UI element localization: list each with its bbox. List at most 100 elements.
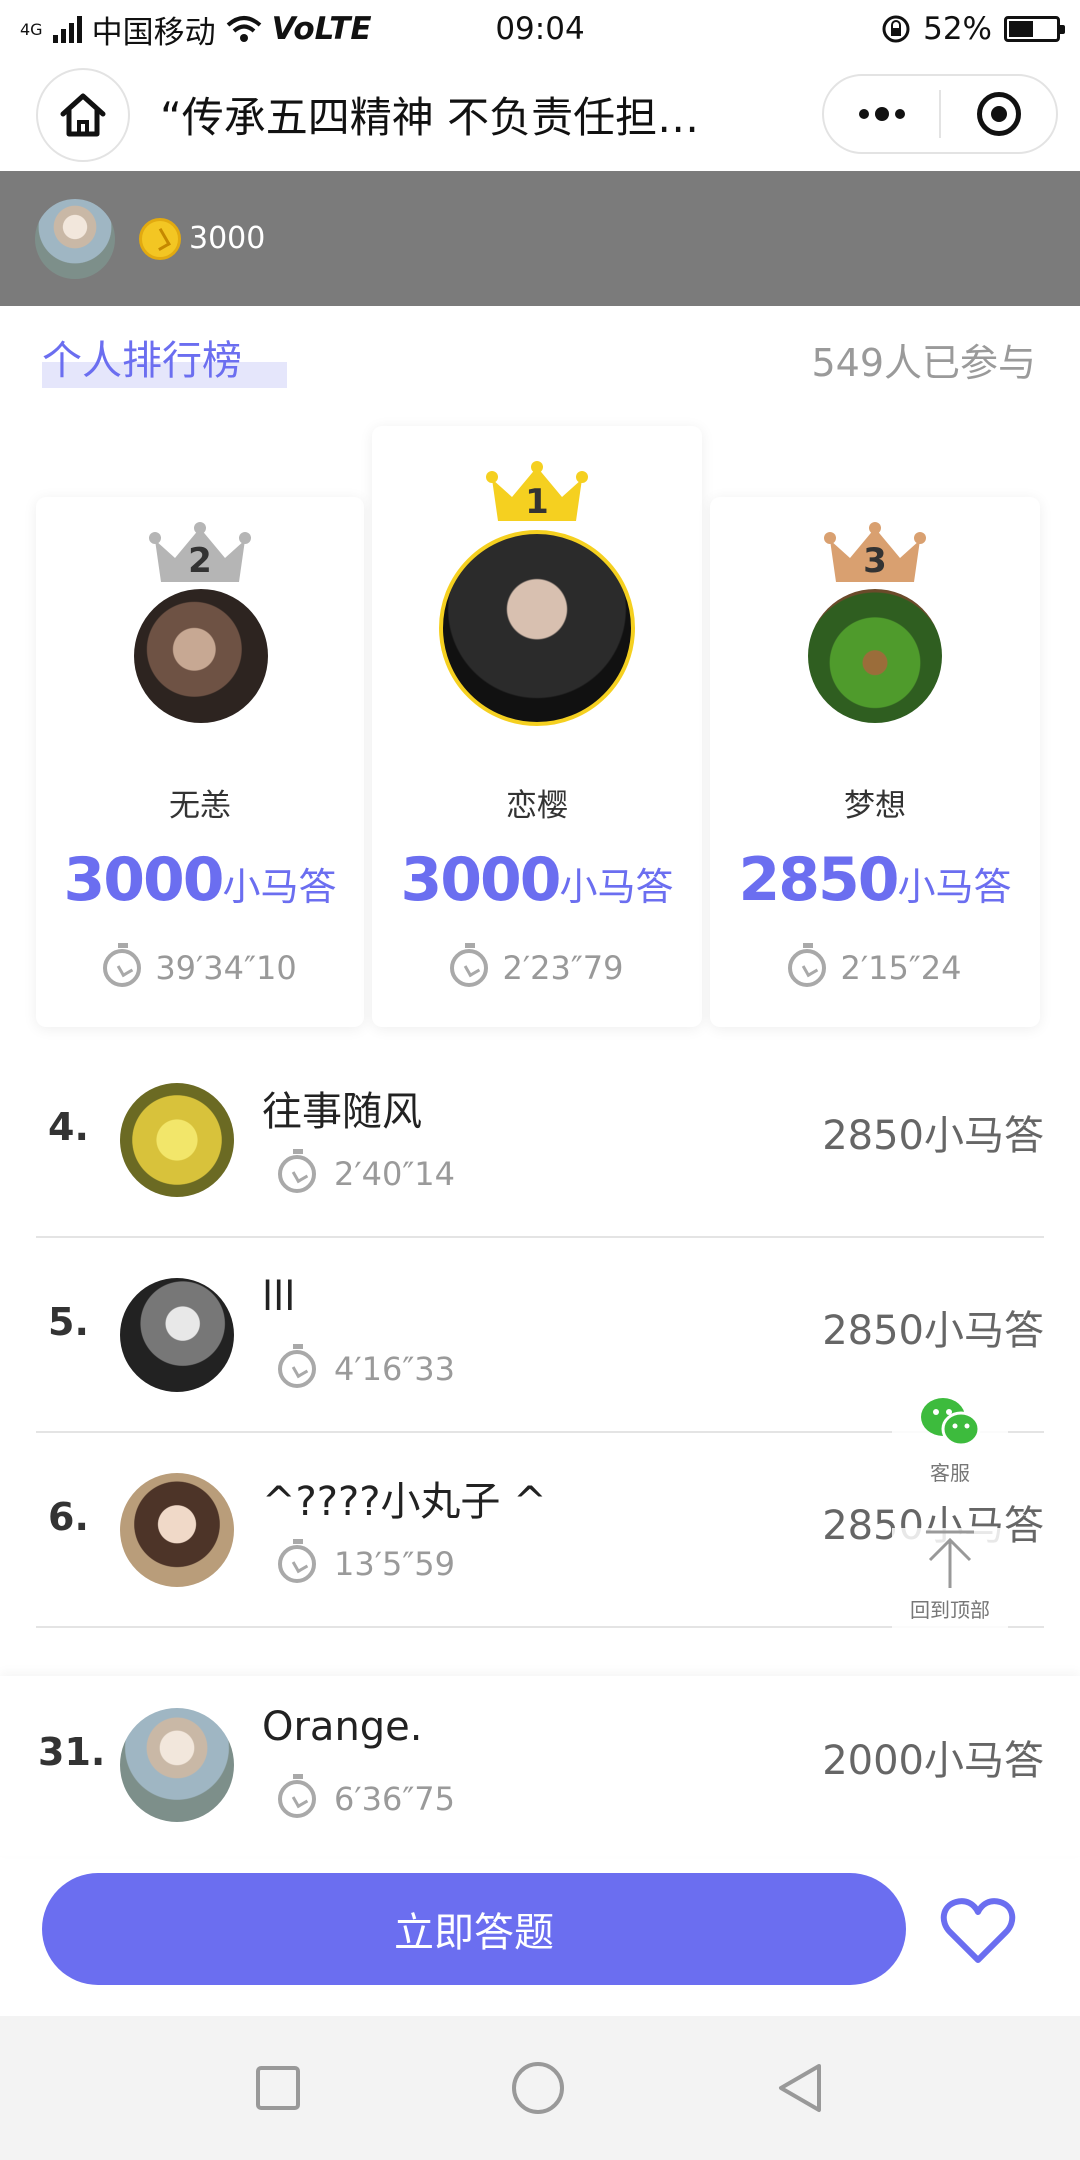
more-icon	[858, 107, 905, 121]
podium-card-first[interactable]: 1 恋樱 3000小马答 2′23″79	[372, 426, 702, 1027]
status-bar: 4G 中国移动 VoLTE 09:04 52%	[0, 0, 1080, 58]
home-icon	[60, 93, 106, 136]
my-score: 2000小马答	[822, 1738, 1044, 1784]
list-avatar	[120, 1473, 234, 1587]
list-name: 往事随风	[262, 1089, 422, 1135]
battery-fill	[1009, 21, 1033, 37]
podium-rank-number: 1	[525, 482, 549, 522]
podium-time: 2′23″79	[372, 943, 702, 987]
signal-icon	[52, 15, 82, 43]
list-time: 2′40″14	[278, 1149, 456, 1193]
podium-name: 恋樱	[506, 788, 568, 824]
capsule-menu	[822, 74, 1058, 154]
podium-score: 3000小马答	[372, 845, 702, 915]
volte-label: VoLTE	[271, 11, 372, 47]
battery-percent: 52%	[923, 11, 992, 47]
podium-score: 2850小马答	[710, 845, 1040, 915]
podium-card-third[interactable]: 3 梦想 2850小马答 2′15″24	[710, 497, 1040, 1027]
podium-score-unit: 小马答	[897, 865, 1012, 909]
status-left: 4G 中国移动 VoLTE	[20, 7, 372, 52]
system-navigation-bar	[0, 2016, 1080, 2160]
podium-score-value: 3000	[63, 845, 224, 915]
podium-avatar	[134, 589, 268, 723]
stopwatch-icon	[278, 1774, 316, 1818]
status-right: 52%	[881, 11, 1065, 47]
podium-score-unit: 小马答	[222, 865, 337, 909]
rotation-lock-icon	[882, 15, 910, 43]
list-avatar	[120, 1278, 234, 1392]
ranking-header: 个人排行榜 549人已参与	[0, 320, 1080, 400]
wifi-icon	[226, 16, 261, 42]
carrier-name: 中国移动	[91, 14, 216, 51]
list-item[interactable]: 4. 往事随风 2′40″14 2850小马答	[36, 1043, 1044, 1238]
back-to-top-label: 回到顶部	[910, 1598, 990, 1622]
customer-service-button[interactable]: 客服	[892, 1393, 1008, 1485]
recent-apps-icon[interactable]	[255, 2065, 301, 2111]
podium-score-unit: 小马答	[559, 865, 674, 909]
more-button[interactable]	[824, 76, 939, 152]
coin-count: 3000	[189, 221, 266, 256]
stopwatch-icon	[278, 1344, 316, 1388]
heart-icon[interactable]	[938, 1890, 1018, 1970]
podium-score-value: 2850	[738, 845, 899, 915]
list-time: 4′16″33	[278, 1344, 456, 1388]
my-time: 6′36″75	[278, 1774, 456, 1818]
stopwatch-icon	[788, 943, 827, 987]
podium-time-value: 2′23″79	[502, 949, 624, 987]
list-name: lll	[262, 1274, 296, 1320]
list-time-value: 4′16″33	[334, 1350, 456, 1388]
podium-avatar	[808, 589, 942, 723]
home-button[interactable]	[36, 67, 130, 162]
my-rank-row[interactable]: 31. Orange. 6′36″75 2000小马答	[36, 1668, 1044, 1863]
my-avatar	[120, 1708, 234, 1822]
podium-name: 无恙	[169, 788, 231, 824]
battery-icon	[1004, 16, 1065, 42]
my-rank-bar: 31. Orange. 6′36″75 2000小马答	[0, 1676, 1080, 1856]
home-circle-icon[interactable]	[510, 2060, 566, 2116]
network-type: 4G	[20, 19, 43, 39]
podium-time-value: 39′34″10	[155, 949, 297, 987]
arrow-up-icon	[926, 1530, 974, 1588]
podium-name: 梦想	[844, 788, 906, 824]
list-time-value: 13′5″59	[334, 1545, 456, 1583]
participant-count: 549人已参与	[811, 341, 1036, 385]
my-name: Orange.	[262, 1704, 423, 1750]
podium-rank-number: 3	[863, 541, 887, 581]
close-target-icon	[976, 92, 1021, 136]
list-rank: 6.	[48, 1495, 89, 1539]
podium-score-value: 3000	[400, 845, 561, 915]
list-score: 2850小马答	[822, 1113, 1044, 1159]
stopwatch-icon	[103, 943, 142, 987]
podium-time: 39′34″10	[36, 943, 364, 987]
podium-rank-number: 2	[188, 541, 212, 581]
podium-card-second[interactable]: 2 无恙 3000小马答 39′34″10	[36, 497, 364, 1027]
list-score: 2850小马答	[822, 1308, 1044, 1354]
podium-time: 2′15″24	[710, 943, 1040, 987]
list-rank: 4.	[48, 1105, 89, 1149]
list-time-value: 2′40″14	[334, 1155, 456, 1193]
back-to-top-button[interactable]: 回到顶部	[892, 1528, 1008, 1628]
stopwatch-icon	[450, 943, 489, 987]
podium-score: 3000小马答	[36, 845, 364, 915]
service-label: 客服	[930, 1461, 970, 1485]
my-rank: 31.	[38, 1730, 106, 1774]
my-time-value: 6′36″75	[334, 1780, 456, 1818]
podium-avatar	[439, 530, 635, 726]
list-rank: 5.	[48, 1300, 89, 1344]
back-triangle-icon[interactable]	[775, 2062, 825, 2114]
coin-icon	[139, 217, 181, 260]
tab-personal-ranking[interactable]: 个人排行榜	[42, 328, 242, 386]
user-avatar[interactable]	[35, 198, 115, 279]
wechat-icon	[921, 1398, 981, 1447]
answer-now-button[interactable]: 立即答题	[42, 1873, 906, 1985]
page-title: “传承五四精神 不负责任担当”…	[160, 93, 720, 142]
close-button[interactable]	[941, 76, 1056, 152]
user-bar: 3000	[0, 171, 1080, 306]
stopwatch-icon	[278, 1149, 316, 1193]
list-avatar	[120, 1083, 234, 1197]
podium-time-value: 2′15″24	[840, 949, 962, 987]
list-time: 13′5″59	[278, 1539, 456, 1583]
stopwatch-icon	[278, 1539, 316, 1583]
mini-program-navbar: “传承五四精神 不负责任担当”…	[0, 58, 1080, 171]
list-name: ^????小丸子 ^	[262, 1479, 547, 1525]
